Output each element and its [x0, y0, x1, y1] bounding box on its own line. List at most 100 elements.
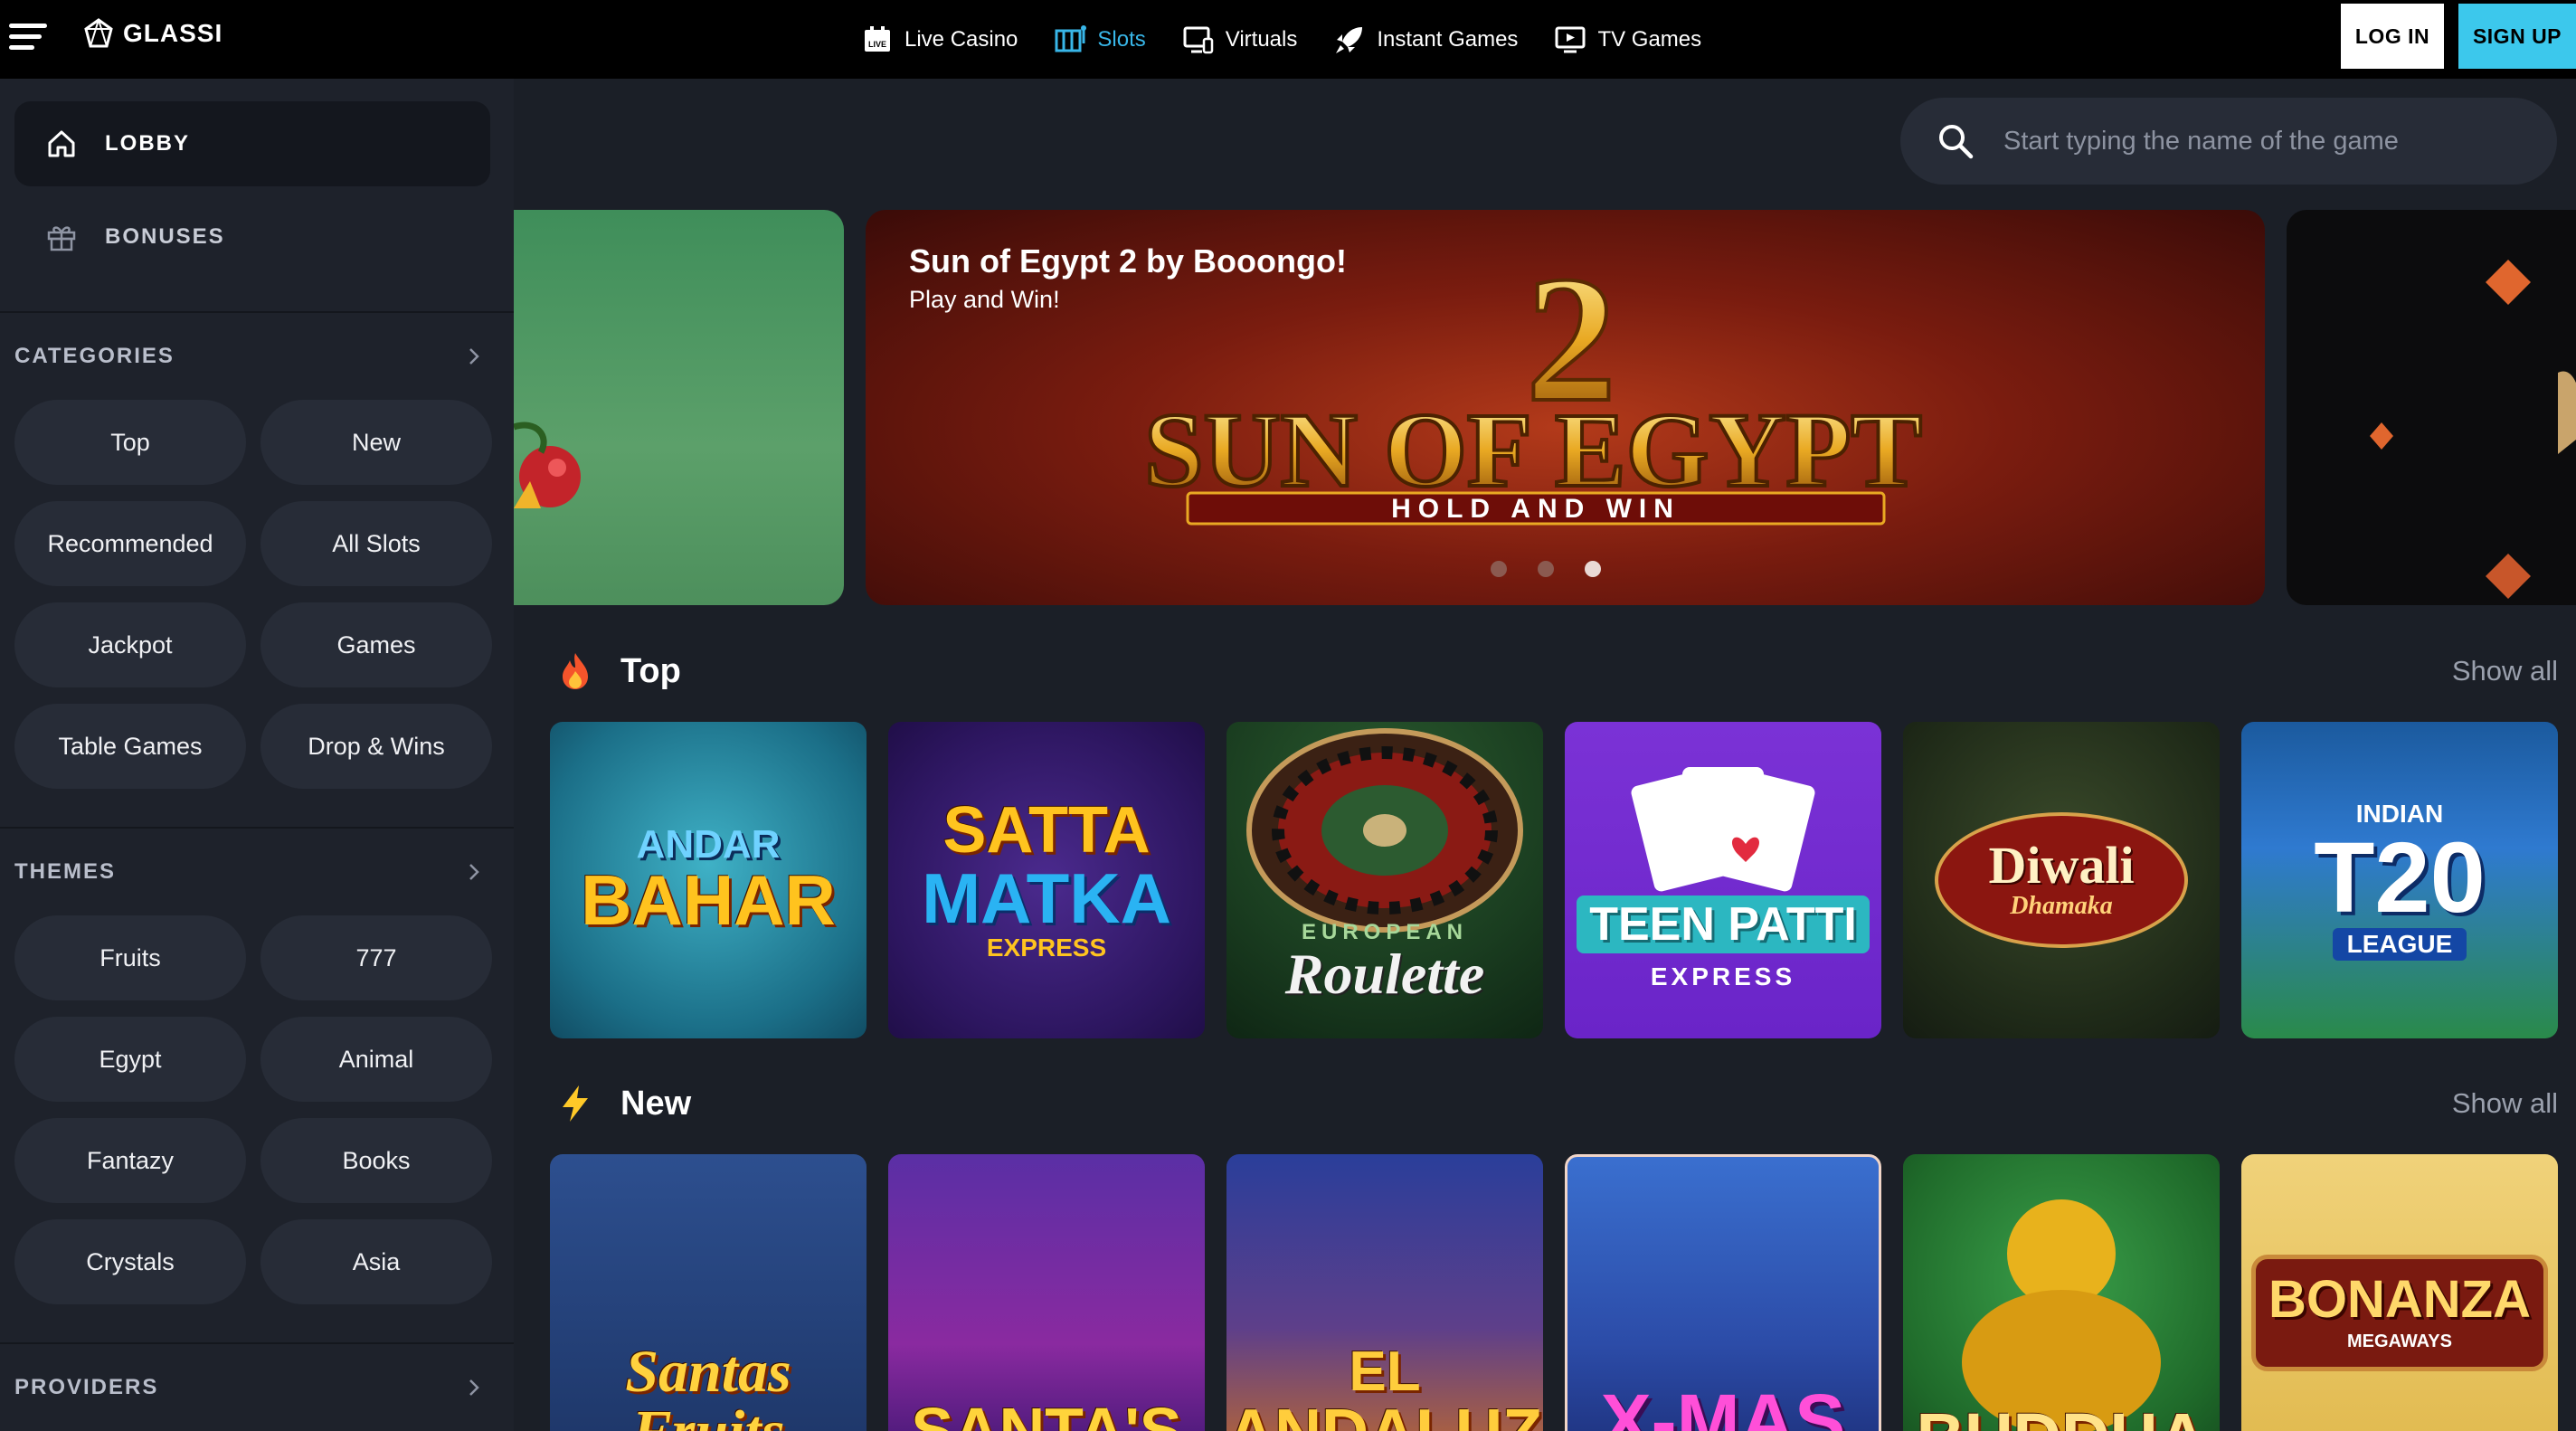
theme-books[interactable]: Books	[260, 1118, 492, 1203]
game-title: SATTA	[942, 794, 1151, 867]
providers-title: PROVIDERS	[14, 1375, 159, 1399]
logo-icon	[84, 18, 113, 48]
theme-egypt[interactable]: Egypt	[14, 1017, 246, 1102]
game-tile-andar-bahar[interactable]: ANDAR BAHAR	[550, 722, 867, 1038]
carousel-dots	[1491, 561, 1601, 577]
new-games-row: Santas Fruits SANTA'S EL ANDALUZ X-MAS B…	[550, 1154, 2558, 1431]
game-title: Roulette	[1284, 942, 1485, 1006]
category-new[interactable]: New	[260, 400, 492, 485]
game-tile-santas-wonderland[interactable]: SANTA'S	[888, 1154, 1205, 1431]
category-jackpot[interactable]: Jackpot	[14, 602, 246, 687]
game-tile-bonanza-megaways[interactable]: BONANZA MEGAWAYS	[2241, 1154, 2558, 1431]
nav-virtuals-label: Virtuals	[1225, 26, 1298, 52]
theme-777[interactable]: 777	[260, 915, 492, 1000]
top-games-row: ANDAR BAHAR SATTA MATKA EXPRESS EUROPEAN…	[550, 722, 2558, 1038]
theme-fantazy[interactable]: Fantazy	[14, 1118, 246, 1203]
sidebar-divider	[0, 827, 514, 829]
themes-list: Fruits 777 Egypt Animal Fantazy Books Cr…	[14, 915, 492, 1304]
game-tile-teen-patti-express[interactable]: TEEN PATTI EXPRESS	[1565, 722, 1881, 1038]
game-subtitle: Dhamaka	[2010, 892, 2113, 920]
nav-slots-label: Slots	[1097, 26, 1146, 52]
banner-previous-art	[514, 422, 581, 508]
game-title: BONANZA	[2268, 1269, 2531, 1329]
game-tile-european-roulette[interactable]: EUROPEAN Roulette	[1226, 722, 1543, 1038]
carousel-dot[interactable]	[1491, 561, 1507, 577]
category-drop-wins[interactable]: Drop & Wins	[260, 704, 492, 789]
category-all-slots[interactable]: All Slots	[260, 501, 492, 586]
game-tile-buddha[interactable]: BUDDHA	[1903, 1154, 2220, 1431]
game-tile-el-andaluz[interactable]: EL ANDALUZ	[1226, 1154, 1543, 1431]
sidebar-item-bonuses[interactable]: BONUSES	[14, 194, 490, 280]
menu-icon[interactable]	[9, 24, 49, 56]
game-tile-satta-matka[interactable]: SATTA MATKA EXPRESS	[888, 722, 1205, 1038]
section-new-title: New	[620, 1084, 692, 1123]
theme-crystals[interactable]: Crystals	[14, 1219, 246, 1304]
section-top-header: Top Show all	[557, 651, 2558, 691]
category-table-games[interactable]: Table Games	[14, 704, 246, 789]
sidebar-divider	[0, 311, 514, 313]
providers-header[interactable]: PROVIDERS	[14, 1375, 485, 1400]
nav-live-casino[interactable]: LIVE Live Casino	[861, 24, 1018, 56]
svg-text:LIVE: LIVE	[868, 40, 886, 49]
buddha-art	[1962, 1199, 2161, 1431]
game-title: EL	[1349, 1341, 1421, 1403]
category-games[interactable]: Games	[260, 602, 492, 687]
search-icon	[1939, 125, 1974, 159]
chevron-right-icon	[469, 1379, 479, 1396]
fire-icon	[563, 653, 588, 689]
section-top-title: Top	[620, 651, 681, 690]
categories-list: Top New Recommended All Slots Jackpot Ga…	[14, 400, 492, 789]
chevron-right-icon	[469, 864, 479, 880]
virtuals-icon	[1183, 26, 1214, 53]
banner-slide-next[interactable]	[2287, 210, 2576, 605]
home-icon	[48, 130, 75, 157]
game-tile-indian-t20-league[interactable]: INDIAN T20 LEAGUE	[2241, 722, 2558, 1038]
game-tile-xmas[interactable]: X-MAS	[1565, 1154, 1881, 1431]
categories-header[interactable]: CATEGORIES	[14, 344, 485, 369]
game-subtitle: EXPRESS	[1650, 962, 1796, 990]
sidebar-item-lobby[interactable]: LOBBY	[14, 101, 490, 186]
search-input[interactable]	[2003, 126, 2510, 156]
game-title: BAHAR	[581, 860, 836, 940]
new-show-all-link[interactable]: Show all	[2452, 1087, 2558, 1120]
themes-title: THEMES	[14, 859, 117, 884]
category-recommended[interactable]: Recommended	[14, 501, 246, 586]
game-title: MATKA	[922, 858, 1171, 938]
nav-virtuals[interactable]: Virtuals	[1182, 24, 1298, 56]
logo[interactable]: GLASSI	[83, 18, 223, 49]
search-bar[interactable]	[1900, 98, 2557, 185]
game-tile-diwali-dhamaka[interactable]: Diwali Dhamaka	[1903, 722, 2220, 1038]
themes-header[interactable]: THEMES	[14, 859, 485, 885]
banner-next-art	[2370, 260, 2576, 599]
chevron-right-icon	[469, 348, 479, 365]
nav-live-casino-label: Live Casino	[904, 26, 1018, 52]
game-title: ANDAR	[636, 822, 781, 867]
login-button[interactable]: LOG IN	[2341, 4, 2444, 69]
carousel-dot[interactable]	[1538, 561, 1554, 577]
game-title: BUDDHA	[1917, 1404, 2207, 1431]
top-show-all-link[interactable]: Show all	[2452, 655, 2558, 687]
top-bar: GLASSI LIVE Live Casino Slots Virtuals I…	[0, 0, 2576, 79]
banner-slide-previous[interactable]	[514, 210, 844, 605]
nav-tv-games[interactable]: TV Games	[1554, 24, 1701, 56]
game-tile-santas-fruits[interactable]: Santas Fruits	[550, 1154, 867, 1431]
sidebar: LOBBY BONUSES CATEGORIES Top New Recomme…	[0, 79, 514, 1431]
top-nav: LIVE Live Casino Slots Virtuals Instant …	[861, 0, 1701, 79]
categories-title: CATEGORIES	[14, 344, 175, 368]
banner-art-tagline: HOLD AND WIN	[1391, 494, 1681, 524]
category-top[interactable]: Top	[14, 400, 246, 485]
game-title: TEEN PATTI	[1577, 896, 1870, 953]
signup-button[interactable]: SIGN UP	[2458, 4, 2576, 69]
banner-slide-active[interactable]: Sun of Egypt 2 by Booongo! Play and Win!…	[866, 210, 2265, 605]
game-subtitle: MEGAWAYS	[2347, 1331, 2452, 1351]
nav-instant-games[interactable]: Instant Games	[1333, 24, 1518, 56]
game-title: ANDALUZ	[1227, 1400, 1542, 1431]
theme-asia[interactable]: Asia	[260, 1219, 492, 1304]
game-title: Diwali	[1988, 836, 2135, 895]
theme-fruits[interactable]: Fruits	[14, 915, 246, 1000]
nav-slots[interactable]: Slots	[1054, 24, 1146, 56]
live-casino-icon: LIVE	[865, 25, 890, 52]
theme-animal[interactable]: Animal	[260, 1017, 492, 1102]
carousel-dot-active[interactable]	[1585, 561, 1601, 577]
game-title: SANTA'S	[911, 1395, 1182, 1431]
